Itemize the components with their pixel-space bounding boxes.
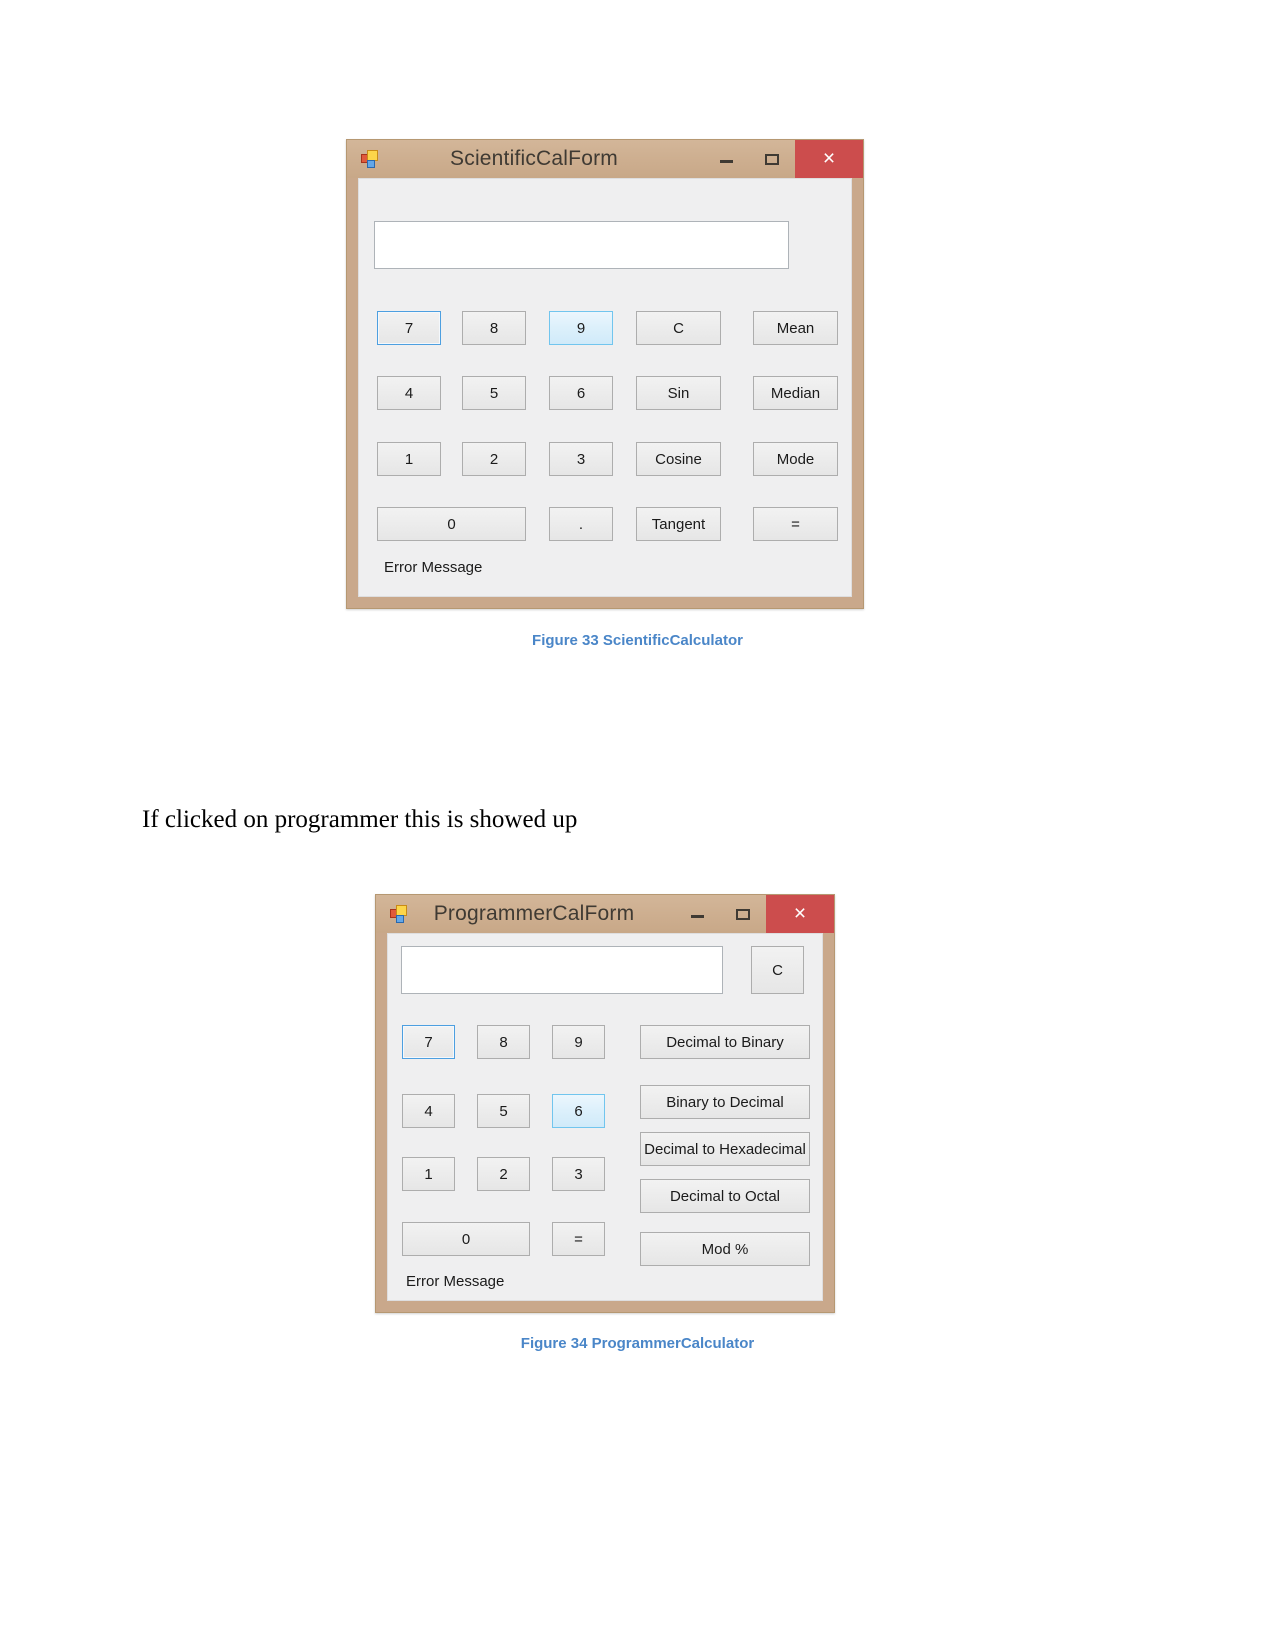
scientific-display-input[interactable] [374, 221, 789, 269]
scientific-button-8[interactable]: 8 [462, 311, 526, 345]
scientific-button-mean[interactable]: Mean [753, 311, 838, 345]
scientific-button-clear[interactable]: C [636, 311, 721, 345]
programmer-button-4[interactable]: 4 [402, 1094, 455, 1128]
scientific-button-1[interactable]: 1 [377, 442, 441, 476]
scientific-button-mode[interactable]: Mode [753, 442, 838, 476]
close-icon[interactable]: × [766, 895, 834, 933]
programmer-button-1[interactable]: 1 [402, 1157, 455, 1191]
programmer-window-controls: × [674, 895, 834, 933]
programmer-window-title: ProgrammerCalForm [433, 902, 635, 925]
scientific-error-message-label: Error Message [384, 559, 483, 576]
body-paragraph: If clicked on programmer this is showed … [142, 806, 578, 833]
scientific-calculator-window: ScientificCalForm × 7 8 9 C Mean 4 5 6 S… [346, 139, 864, 609]
programmer-button-decimal-to-binary[interactable]: Decimal to Binary [640, 1025, 810, 1059]
scientific-client-area: 7 8 9 C Mean 4 5 6 Sin Median 1 2 3 Cosi… [358, 178, 852, 597]
programmer-error-message-label: Error Message [406, 1273, 505, 1290]
programmer-button-7[interactable]: 7 [402, 1025, 455, 1059]
figure-34-caption: Figure 34 ProgrammerCalculator [520, 1335, 755, 1352]
scientific-button-4[interactable]: 4 [377, 376, 441, 410]
scientific-window-title: ScientificCalForm [450, 147, 618, 170]
programmer-button-clear[interactable]: C [751, 946, 804, 994]
scientific-button-0[interactable]: 0 [377, 507, 526, 541]
scientific-button-cosine[interactable]: Cosine [636, 442, 721, 476]
programmer-button-mod[interactable]: Mod % [640, 1232, 810, 1266]
maximize-icon[interactable] [749, 140, 795, 178]
programmer-button-binary-to-decimal[interactable]: Binary to Decimal [640, 1085, 810, 1119]
scientific-button-equals[interactable]: = [753, 507, 838, 541]
winforms-app-icon [361, 150, 379, 168]
programmer-button-0[interactable]: 0 [402, 1222, 530, 1256]
figure-33-caption: Figure 33 ScientificCalculator [532, 632, 743, 649]
close-icon[interactable]: × [795, 140, 863, 178]
programmer-button-3[interactable]: 3 [552, 1157, 605, 1191]
winforms-app-icon [390, 905, 408, 923]
scientific-button-3[interactable]: 3 [549, 442, 613, 476]
programmer-button-5[interactable]: 5 [477, 1094, 530, 1128]
scientific-button-6[interactable]: 6 [549, 376, 613, 410]
scientific-button-9[interactable]: 9 [549, 311, 613, 345]
scientific-button-median[interactable]: Median [753, 376, 838, 410]
programmer-button-6[interactable]: 6 [552, 1094, 605, 1128]
scientific-button-5[interactable]: 5 [462, 376, 526, 410]
maximize-icon[interactable] [720, 895, 766, 933]
programmer-calculator-window: ProgrammerCalForm × C 7 8 9 4 5 6 1 2 3 … [375, 894, 835, 1313]
programmer-display-input[interactable] [401, 946, 723, 994]
close-glyph: × [822, 146, 836, 170]
scientific-window-controls: × [703, 140, 863, 178]
programmer-client-area: C 7 8 9 4 5 6 1 2 3 0 = Decimal to Binar… [387, 933, 823, 1301]
scientific-button-2[interactable]: 2 [462, 442, 526, 476]
programmer-button-decimal-to-octal[interactable]: Decimal to Octal [640, 1179, 810, 1213]
programmer-titlebar[interactable]: ProgrammerCalForm × [376, 895, 834, 933]
scientific-button-sin[interactable]: Sin [636, 376, 721, 410]
programmer-button-equals[interactable]: = [552, 1222, 605, 1256]
programmer-button-9[interactable]: 9 [552, 1025, 605, 1059]
scientific-button-decimal-point[interactable]: . [549, 507, 613, 541]
scientific-titlebar[interactable]: ScientificCalForm × [347, 140, 863, 178]
minimize-icon[interactable] [674, 895, 720, 933]
minimize-icon[interactable] [703, 140, 749, 178]
programmer-button-2[interactable]: 2 [477, 1157, 530, 1191]
programmer-button-decimal-to-hexadecimal[interactable]: Decimal to Hexadecimal [640, 1132, 810, 1166]
scientific-button-7[interactable]: 7 [377, 311, 441, 345]
scientific-button-tangent[interactable]: Tangent [636, 507, 721, 541]
close-glyph: × [793, 901, 807, 925]
programmer-button-8[interactable]: 8 [477, 1025, 530, 1059]
